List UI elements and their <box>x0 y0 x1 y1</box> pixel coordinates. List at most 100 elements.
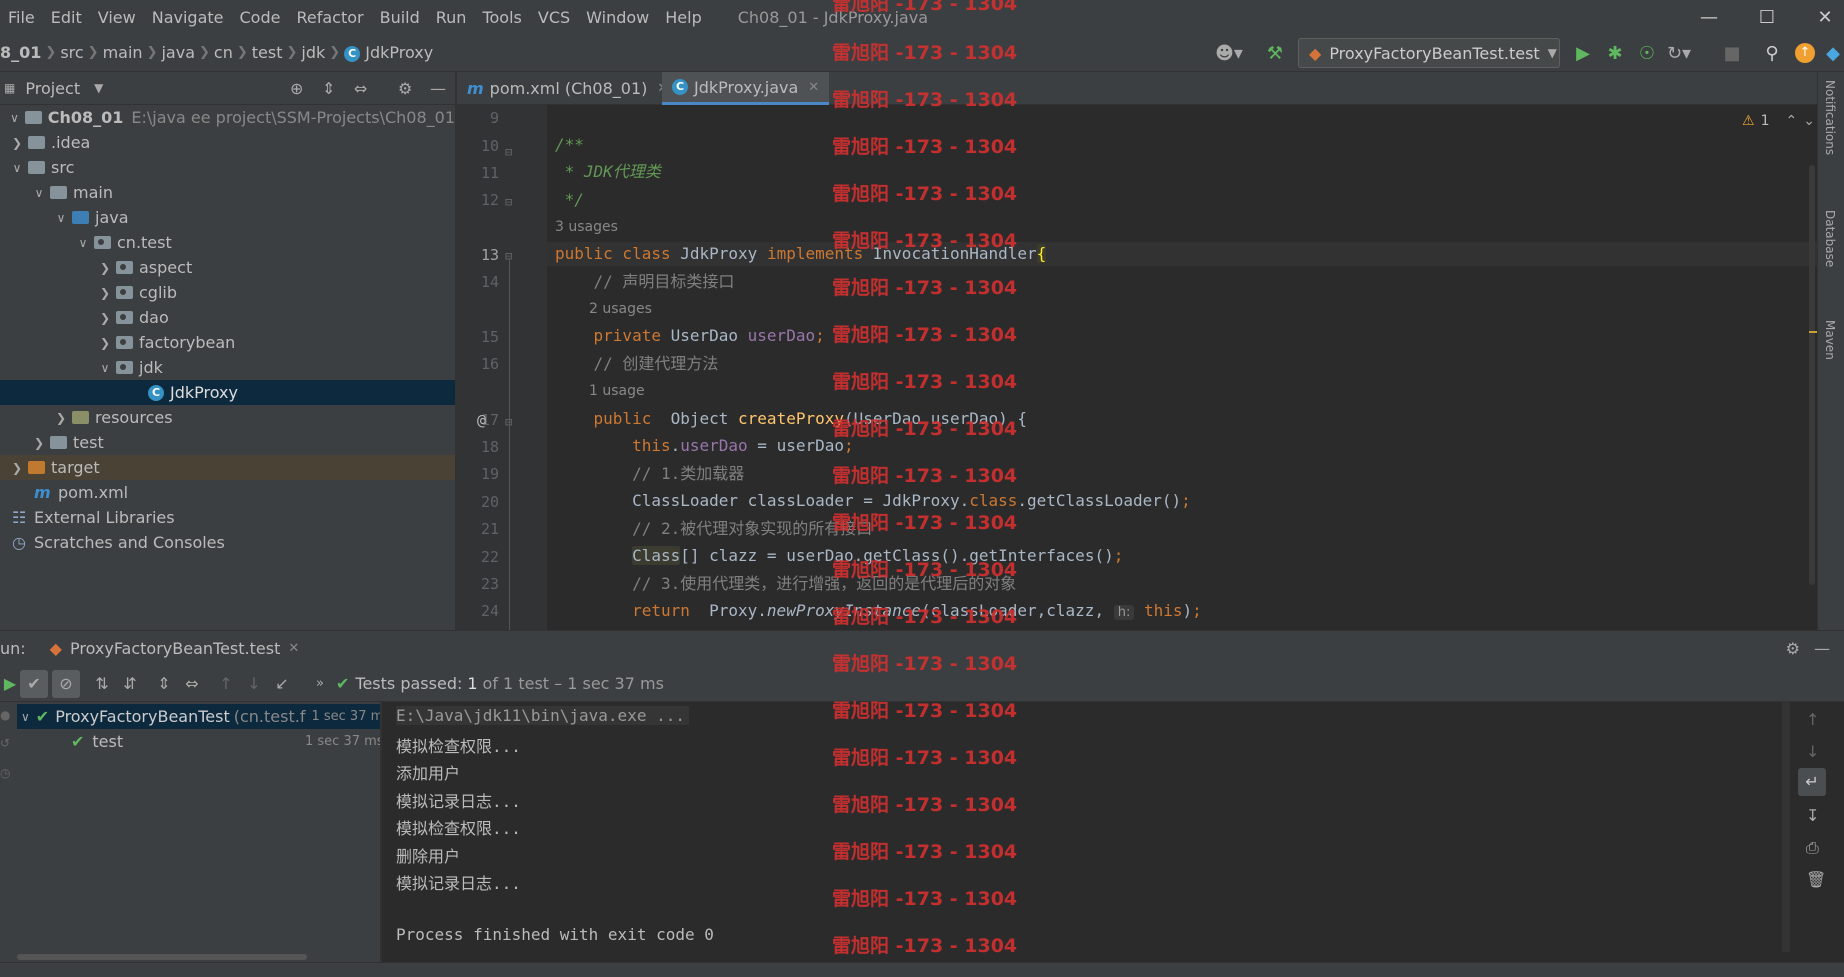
console-output[interactable]: E:\Java\jdk11\bin\java.exe ... 模拟检查权限...… <box>382 702 1782 962</box>
run-tab-label[interactable]: ProxyFactoryBeanTest.test <box>70 639 280 658</box>
tree-item-ch08-01[interactable]: ∨ Ch08_01 E:\java ee project\SSM-Projects\… <box>0 105 455 130</box>
chevron-right-icon[interactable]: ❯ <box>98 261 112 275</box>
search-icon[interactable]: ⚲ <box>1757 36 1787 70</box>
menu-navigate[interactable]: Navigate <box>144 8 232 27</box>
override-at-icon[interactable]: @ <box>477 411 486 429</box>
tab-pom-xml[interactable]: m pom.xml (Ch08_01) ✕ <box>457 72 678 105</box>
tree-item-aspect[interactable]: ❯ aspect <box>0 255 455 280</box>
menu-run[interactable]: Run <box>428 8 475 27</box>
chevron-right-icon[interactable]: ❯ <box>98 286 112 300</box>
breadcrumb-main[interactable]: main <box>99 43 147 62</box>
usages-hint[interactable]: 3 usages <box>555 215 618 239</box>
notifications-tool[interactable]: Notifications <box>1823 80 1837 155</box>
chevron-down-icon[interactable]: ∨ <box>76 236 90 250</box>
build-hammer-icon[interactable]: ⚒ <box>1260 36 1290 70</box>
breadcrumb-test[interactable]: test <box>248 43 287 62</box>
plugin-icon[interactable]: ◆ <box>1822 36 1844 70</box>
tree-item-src[interactable]: ∨ src <box>0 155 455 180</box>
chevron-up-icon[interactable]: ⌃ <box>1785 113 1797 129</box>
collapse-all-icon[interactable]: ⇔ <box>178 670 206 698</box>
menu-tools[interactable]: Tools <box>474 8 529 27</box>
menu-edit[interactable]: Edit <box>43 8 90 27</box>
breadcrumb-class[interactable]: C JdkProxy <box>340 43 437 62</box>
warning-marker[interactable] <box>1809 331 1817 333</box>
tree-item-dao[interactable]: ❯ dao <box>0 305 455 330</box>
profile-icon[interactable]: ↻▾ <box>1664 36 1694 70</box>
history-icon[interactable]: ◷ <box>0 766 10 780</box>
chevron-down-icon[interactable]: ⌄ <box>1803 113 1815 129</box>
tree-item-external-libraries[interactable]: ☷ External Libraries <box>0 505 455 530</box>
test-suite-row[interactable]: ∨ ✔ ProxyFactoryBeanTest (cn.test.f 1 se… <box>17 704 390 729</box>
chevron-down-icon[interactable]: ▼ <box>94 81 103 95</box>
rerun-icon[interactable]: ▶ <box>0 670 20 698</box>
close-icon[interactable]: ✕ <box>1796 0 1844 34</box>
tree-item-jdkproxy[interactable]: C JdkProxy <box>0 380 455 405</box>
tree-item-resources[interactable]: ❯ resources <box>0 405 455 430</box>
menu-view[interactable]: View <box>90 8 144 27</box>
tree-item-main[interactable]: ∨ main <box>0 180 455 205</box>
locate-icon[interactable]: ⊕ <box>290 79 303 98</box>
stop-icon[interactable]: ■ <box>1717 36 1747 70</box>
arrow-up-icon[interactable]: ↑ <box>1806 710 1819 729</box>
menu-code[interactable]: Code <box>232 8 289 27</box>
next-failed-icon[interactable]: ↓ <box>240 670 268 698</box>
arrow-down-icon[interactable]: ↓ <box>1806 742 1819 761</box>
database-tool[interactable]: Database <box>1823 210 1837 267</box>
more-icon[interactable]: » <box>306 670 334 698</box>
trash-icon[interactable]: 🗑 <box>1806 870 1826 889</box>
maximize-icon[interactable]: ☐ <box>1738 0 1796 34</box>
tree-item-cglib[interactable]: ❯ cglib <box>0 280 455 305</box>
user-icon[interactable]: ☻▾ <box>1214 36 1244 70</box>
minimize-icon[interactable]: — <box>1680 0 1738 34</box>
run-icon[interactable]: ▶ <box>1568 36 1598 70</box>
previous-failed-icon[interactable]: ↑ <box>212 670 240 698</box>
breadcrumb-project[interactable]: 8_01 <box>0 43 45 62</box>
debug-icon[interactable]: ✱ <box>1600 36 1630 70</box>
breadcrumb-jdk[interactable]: jdk <box>297 43 329 62</box>
fold-icon[interactable]: ⊟ <box>505 145 512 159</box>
fold-icon[interactable]: ⊟ <box>505 415 512 429</box>
sort-alpha-icon[interactable]: ⇅ <box>88 670 116 698</box>
chevron-down-icon[interactable]: ∨ <box>54 211 68 225</box>
expand-all-icon[interactable]: ⇕ <box>322 79 335 98</box>
menu-vcs[interactable]: VCS <box>530 8 578 27</box>
chevron-right-icon[interactable]: ❯ <box>54 411 68 425</box>
update-icon[interactable]: ↑ <box>1790 36 1820 70</box>
chevron-down-icon[interactable]: ∨ <box>8 111 22 125</box>
project-panel-title[interactable]: Project <box>25 79 80 98</box>
tree-scrollbar[interactable] <box>17 954 307 960</box>
chevron-down-icon[interactable]: ∨ <box>32 186 46 200</box>
stop-icon[interactable]: ● <box>0 708 10 722</box>
chevron-right-icon[interactable]: ❯ <box>10 461 24 475</box>
usages-hint[interactable]: 1 usage <box>589 379 645 403</box>
gear-icon[interactable]: ⚙ <box>398 79 412 98</box>
tree-item-target[interactable]: ❯ target <box>0 455 455 480</box>
menu-help[interactable]: Help <box>657 8 709 27</box>
breadcrumb-java[interactable]: java <box>157 43 199 62</box>
tree-item-idea[interactable]: ❯ .idea <box>0 130 455 155</box>
tree-item-factorybean[interactable]: ❯ factorybean <box>0 330 455 355</box>
console-scrollbar[interactable] <box>1782 702 1790 952</box>
chevron-right-icon[interactable]: ❯ <box>10 136 24 150</box>
run-configuration-select[interactable]: ◆ ProxyFactoryBeanTest.test ▼ <box>1298 38 1560 68</box>
inspection-widget[interactable]: ⚠ 1 ⌃ ⌄ <box>1742 113 1815 129</box>
tab-jdkproxy-java[interactable]: C JdkProxy.java ✕ <box>662 72 830 105</box>
menu-refactor[interactable]: Refactor <box>288 8 371 27</box>
gear-icon[interactable]: ⚙ <box>1786 639 1800 658</box>
show-ignored-icon[interactable]: ⊘ <box>52 669 80 698</box>
fold-icon[interactable]: ⊟ <box>505 195 512 209</box>
scroll-to-end-icon[interactable]: ↧ <box>1806 806 1819 825</box>
expand-all-icon[interactable]: ⇕ <box>150 670 178 698</box>
code-editor[interactable]: /** * JDK代理类 */ 3 usages public class Jd… <box>547 105 1817 630</box>
usages-hint[interactable]: 2 usages <box>589 297 652 321</box>
tree-item-scratches[interactable]: ◷ Scratches and Consoles <box>0 530 455 555</box>
test-case-row[interactable]: ✔ test 1 sec 37 ms <box>17 729 384 754</box>
breadcrumb-src[interactable]: src <box>56 43 87 62</box>
hide-panel-icon[interactable]: — <box>430 79 446 98</box>
chevron-right-icon[interactable]: ❯ <box>98 336 112 350</box>
breadcrumb-cn[interactable]: cn <box>210 43 237 62</box>
menu-build[interactable]: Build <box>372 8 428 27</box>
tree-item-cn-test[interactable]: ∨ cn.test <box>0 230 455 255</box>
close-tab-icon[interactable]: ✕ <box>288 641 299 656</box>
sort-duration-icon[interactable]: ⇵ <box>116 670 144 698</box>
